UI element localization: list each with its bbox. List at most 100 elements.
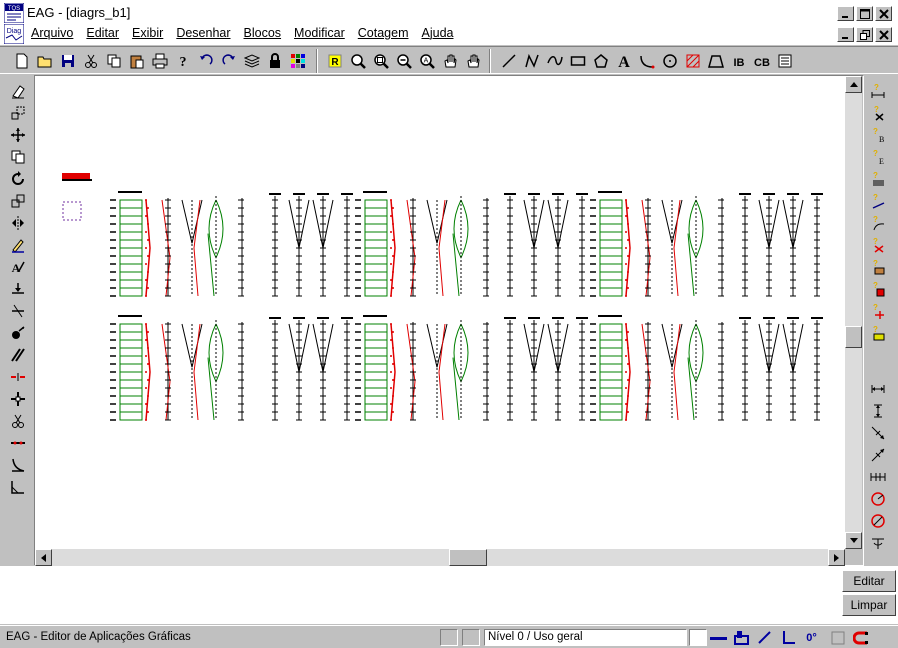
- tool-rectangle-button[interactable]: [566, 49, 589, 72]
- tool-copy-button[interactable]: [102, 49, 125, 72]
- menu-cotagem[interactable]: Cotagem: [358, 26, 415, 40]
- maximize-button[interactable]: [856, 6, 873, 21]
- tool-redraw-button[interactable]: R: [323, 49, 346, 72]
- right-dim-box-button[interactable]: ?: [866, 256, 890, 278]
- menu-editar[interactable]: Editar: [86, 26, 125, 40]
- right-dim-diameter-button[interactable]: [866, 510, 890, 532]
- tool-polygon-button[interactable]: [589, 49, 612, 72]
- edit-edit-button[interactable]: [6, 234, 29, 256]
- angle-button[interactable]: 0°: [802, 629, 821, 646]
- tool-grid-button[interactable]: [286, 49, 309, 72]
- right-dim-cross-button[interactable]: ?: [866, 234, 890, 256]
- right-dim-chain-button[interactable]: [866, 466, 890, 488]
- vertical-scrollbar[interactable]: [845, 76, 862, 549]
- menu-ajuda[interactable]: Ajuda: [422, 26, 460, 40]
- tool-arc-button[interactable]: [635, 49, 658, 72]
- tool-line-button[interactable]: [497, 49, 520, 72]
- tool-create-block-button[interactable]: CB: [750, 49, 773, 72]
- edit-fillet-button[interactable]: [6, 322, 29, 344]
- right-dim-b-button[interactable]: ? B: [866, 124, 890, 146]
- edit-rotate-button[interactable]: [6, 168, 29, 190]
- doc-minimize-button[interactable]: [837, 27, 854, 42]
- status-color-box[interactable]: [689, 629, 707, 646]
- right-dim-aligned-button[interactable]: ?: [866, 190, 890, 212]
- right-dim-list-button[interactable]: ?: [866, 322, 890, 344]
- menu-modificar[interactable]: Modificar: [294, 26, 351, 40]
- right-dim-move-button[interactable]: ?: [866, 300, 890, 322]
- close-button[interactable]: [875, 6, 892, 21]
- tool-zoom-button[interactable]: [346, 49, 369, 72]
- drawing-canvas[interactable]: [35, 76, 845, 549]
- right-dim-diagonal2-button[interactable]: [866, 444, 890, 466]
- tool-polyline-button[interactable]: [520, 49, 543, 72]
- edit-stretch-button[interactable]: [6, 190, 29, 212]
- right-dim-diagonal-button[interactable]: [866, 422, 890, 444]
- tool-help-button[interactable]: ?: [171, 49, 194, 72]
- edit-extend-button[interactable]: [6, 278, 29, 300]
- menu-blocos[interactable]: Blocos: [244, 26, 288, 40]
- scroll-down-button[interactable]: [845, 532, 862, 549]
- menu-desenhar[interactable]: Desenhar: [176, 26, 236, 40]
- right-dim-e-button[interactable]: ? E: [866, 146, 890, 168]
- vertical-scroll-thumb[interactable]: [845, 326, 862, 348]
- right-dim-horizontal-button[interactable]: ?: [866, 80, 890, 102]
- scroll-left-button[interactable]: [35, 549, 52, 566]
- edit-break-button[interactable]: [6, 366, 29, 388]
- tool-block-list-button[interactable]: [773, 49, 796, 72]
- menu-exibir[interactable]: Exibir: [132, 26, 169, 40]
- right-dim-block-button[interactable]: ?: [866, 278, 890, 300]
- tool-open-button[interactable]: [33, 49, 56, 72]
- tool-curve-button[interactable]: [543, 49, 566, 72]
- scroll-up-button[interactable]: [845, 76, 862, 93]
- horizontal-scroll-thumb[interactable]: [449, 549, 487, 566]
- tool-save-button[interactable]: [56, 49, 79, 72]
- tool-new-button[interactable]: [10, 49, 33, 72]
- scroll-right-button[interactable]: [828, 549, 845, 566]
- edit-corner-button[interactable]: [6, 476, 29, 498]
- tool-lock-button[interactable]: [263, 49, 286, 72]
- edit-trim-button[interactable]: [6, 300, 29, 322]
- command-area[interactable]: [0, 566, 898, 624]
- tool-paste-button[interactable]: [125, 49, 148, 72]
- right-dim-delete-button[interactable]: ?: [866, 102, 890, 124]
- tool-text-button[interactable]: A: [612, 49, 635, 72]
- limpar-button[interactable]: Limpar: [842, 594, 896, 616]
- doc-restore-button[interactable]: [856, 27, 873, 42]
- edit-mirror-button[interactable]: [6, 212, 29, 234]
- edit-erase-button[interactable]: [6, 80, 29, 102]
- tool-zoom-all-button[interactable]: A: [415, 49, 438, 72]
- tool-circle-button[interactable]: [658, 49, 681, 72]
- doc-close-button[interactable]: [875, 27, 892, 42]
- tool-undo-button[interactable]: [194, 49, 217, 72]
- edit-copy-button[interactable]: [6, 146, 29, 168]
- tool-zoom-out-button[interactable]: [392, 49, 415, 72]
- tool-hatch-button[interactable]: [681, 49, 704, 72]
- grid-button[interactable]: [779, 629, 798, 646]
- edit-offset-button[interactable]: [6, 344, 29, 366]
- tool-trapezoid-button[interactable]: [704, 49, 727, 72]
- tool-pan-hand-button[interactable]: [461, 49, 484, 72]
- magnet-button[interactable]: [851, 629, 870, 646]
- edit-move-button[interactable]: [6, 124, 29, 146]
- level-field[interactable]: Nível 0 / Uso geral: [484, 629, 687, 646]
- status-box-button[interactable]: [828, 629, 847, 646]
- horizontal-scrollbar[interactable]: [35, 549, 845, 566]
- tool-pan-button[interactable]: [438, 49, 461, 72]
- right-dim-curve-button[interactable]: ?: [866, 212, 890, 234]
- line-style-button[interactable]: [709, 629, 728, 646]
- edit-edit-text-button[interactable]: A: [6, 256, 29, 278]
- editar-button[interactable]: Editar: [842, 570, 896, 592]
- ortho-button[interactable]: [755, 629, 774, 646]
- right-dim-vertical-button[interactable]: [866, 400, 890, 422]
- snap-button[interactable]: [732, 629, 751, 646]
- tool-cut-button[interactable]: [79, 49, 102, 72]
- edit-chamfer-button[interactable]: [6, 454, 29, 476]
- edit-scale-button[interactable]: [6, 102, 29, 124]
- right-dim-angle-button[interactable]: [866, 532, 890, 554]
- edit-divide-button[interactable]: [6, 432, 29, 454]
- tool-print-button[interactable]: [148, 49, 171, 72]
- edit-array-button[interactable]: [6, 388, 29, 410]
- right-dim-stack-button[interactable]: ?: [866, 168, 890, 190]
- tool-redo-button[interactable]: [217, 49, 240, 72]
- right-dim-radius-button[interactable]: [866, 488, 890, 510]
